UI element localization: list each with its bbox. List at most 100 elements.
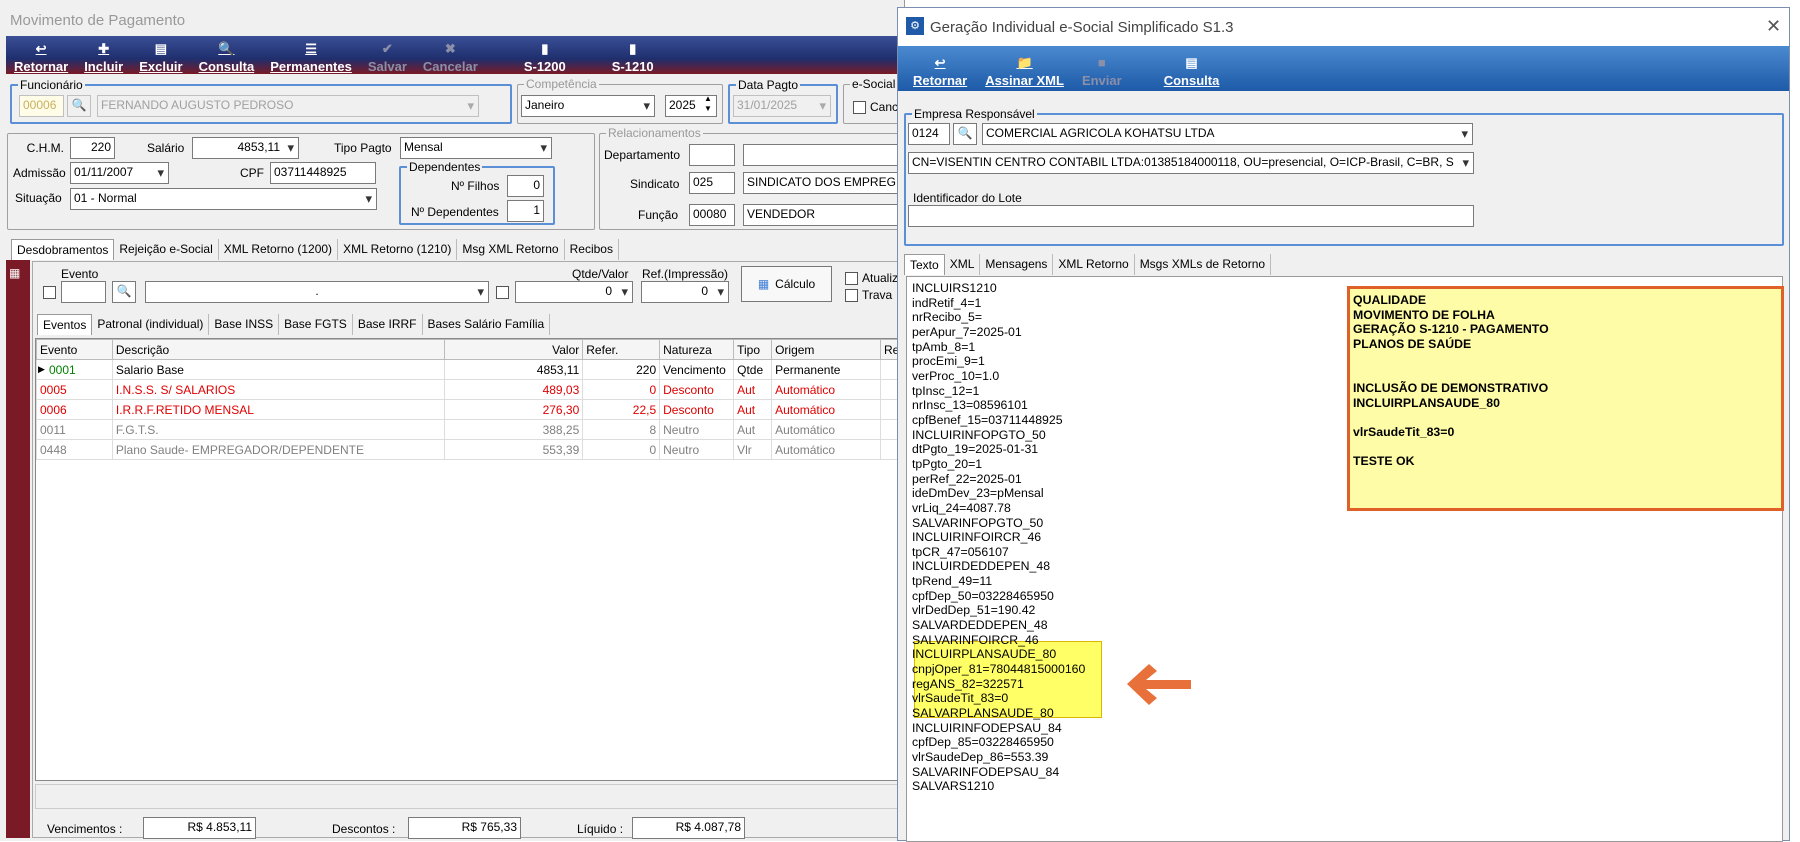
- dialog-tab-texto[interactable]: Texto: [904, 254, 945, 275]
- evento-code-input[interactable]: [61, 281, 106, 303]
- lote-input[interactable]: [908, 205, 1474, 227]
- year-spinner-icon[interactable]: ▲ ▼: [704, 94, 712, 114]
- cpf-input[interactable]: 03711448925: [270, 162, 376, 184]
- s-1210-button[interactable]: ▮ S-1210: [604, 36, 662, 74]
- dialog-close-icon[interactable]: ✕: [1766, 16, 1781, 37]
- subtab-base-irrf[interactable]: Base IRRF: [353, 314, 423, 335]
- grid-horizontal-scrollbar[interactable]: [35, 784, 905, 809]
- evento-checkbox[interactable]: [43, 286, 56, 299]
- incluir-button[interactable]: ✚ Incluir: [76, 36, 131, 74]
- assinar-xml-button[interactable]: 📁 Assinar XML: [976, 46, 1073, 91]
- ref-input[interactable]: 0: [641, 281, 729, 303]
- retornar-button[interactable]: ↩ Retornar: [6, 36, 76, 74]
- calculo-button[interactable]: ▦ Cálculo: [741, 266, 832, 302]
- certificado-select[interactable]: CN=VISENTIN CENTRO CONTABIL LTDA:0138518…: [908, 152, 1474, 174]
- column-header-evento[interactable]: Evento: [36, 339, 113, 360]
- permanentes-button[interactable]: ☰ Permanentes: [262, 36, 360, 74]
- situacao-select[interactable]: 01 - Normal: [70, 188, 377, 210]
- tab-recibos[interactable]: Recibos: [565, 239, 619, 260]
- table-row[interactable]: 0448 Plano Saude- EMPREGADOR/DEPENDENTE 55…: [36, 439, 907, 460]
- s-1200-button[interactable]: ▮ S-1200: [516, 36, 574, 74]
- dialog-tab-mensagens[interactable]: Mensagens: [980, 254, 1054, 275]
- consulta-button[interactable]: 🔍 Consulta: [191, 36, 263, 74]
- table-row[interactable]: 0006 I.R.R.F.RETIDO MENSAL 276,30 22,5 Desco…: [36, 399, 907, 420]
- retornar-label: Retornar: [14, 59, 69, 74]
- empresa-name-select[interactable]: COMERCIAL AGRICOLA KOHATSU LTDA: [982, 123, 1473, 145]
- retornar-button[interactable]: ↩ Retornar: [904, 46, 976, 91]
- subtab-base-inss[interactable]: Base INSS: [209, 314, 280, 335]
- departamento-code-input[interactable]: [689, 144, 735, 166]
- column-header-valor[interactable]: Valor: [443, 339, 584, 360]
- funcao-code-input[interactable]: 00080: [689, 204, 735, 226]
- table-row[interactable]: 0001 ▶ Salario Base 4853,11 220 Vencimento Qtd…: [36, 359, 907, 380]
- dialog-tab-xml[interactable]: XML: [945, 254, 981, 275]
- enviar-icon: ■: [1097, 55, 1106, 70]
- subtab-eventos[interactable]: Eventos: [37, 314, 93, 335]
- cell-refer: 0: [582, 439, 661, 460]
- dependentes-input[interactable]: 1: [507, 200, 544, 222]
- vencimentos-value: R$ 4.853,11: [143, 817, 256, 839]
- dependentes-label: Nº Dependentes: [411, 205, 499, 219]
- enviar-button[interactable]: ■ Enviar: [1073, 46, 1131, 91]
- funcao-label: Função: [638, 208, 679, 222]
- salario-input[interactable]: 4853,11: [192, 137, 299, 159]
- cell-tipo: Aut: [733, 399, 773, 420]
- cancelar-button[interactable]: ✖ Cancelar: [415, 36, 486, 74]
- side-strip-icon[interactable]: ▦: [9, 266, 20, 280]
- cell-tipo: Aut: [733, 419, 773, 440]
- dialog-tab-xml-retorno[interactable]: XML Retorno: [1053, 254, 1135, 275]
- text-line: INCLUIRDEDDEPEN_48: [912, 559, 1051, 574]
- funcao-name-input[interactable]: VENDEDOR: [743, 204, 913, 226]
- column-header-refer[interactable]: Refer.: [582, 339, 661, 360]
- sindicato-name-input[interactable]: SINDICATO DOS EMPREG: [743, 172, 913, 194]
- evento-search-button[interactable]: 🔍: [112, 281, 136, 303]
- consulta-button[interactable]: ▤ Consulta: [1155, 46, 1229, 91]
- subtab-base-fgts[interactable]: Base FGTS: [279, 314, 353, 335]
- trava-checkbox[interactable]: [845, 289, 858, 302]
- dialog-tab-msgs-xmls-de-retorno[interactable]: Msgs XMLs de Retorno: [1135, 254, 1272, 275]
- calculator-icon: ▦: [757, 277, 770, 291]
- competencia-month-select[interactable]: Janeiro: [521, 95, 655, 117]
- atualiz-label: Atualiz: [862, 271, 899, 285]
- salvar-button[interactable]: ✔ Salvar: [360, 36, 415, 74]
- column-header-descricao[interactable]: Descrição: [111, 339, 445, 360]
- tipo-pagto-select[interactable]: Mensal: [400, 137, 552, 159]
- evento-label: Evento: [61, 267, 99, 281]
- cell-origem: Permanente: [771, 359, 881, 380]
- data-pagto-input[interactable]: 31/01/2025: [733, 95, 831, 117]
- funcionario-search-button[interactable]: 🔍: [67, 95, 91, 117]
- esocial-cancel-checkbox[interactable]: [853, 101, 866, 114]
- text-line: INCLUIRINFODEPSAU_84: [912, 720, 1062, 735]
- atualiz-checkbox[interactable]: [845, 272, 858, 285]
- filhos-input[interactable]: 0: [507, 175, 544, 197]
- empresa-search-button[interactable]: 🔍: [953, 123, 977, 145]
- salvar-icon: ✔: [381, 41, 393, 56]
- subtab-patronal-individual[interactable]: Patronal (individual): [92, 314, 210, 335]
- chm-input[interactable]: 220: [70, 137, 115, 159]
- subtab-bases-salario-familia[interactable]: Bases Salário Família: [423, 314, 551, 335]
- text-output-area[interactable]: INCLUIRS1210 indRetif_4=1 nrRecibo_5= perAp…: [906, 276, 1784, 842]
- funcionario-name-select[interactable]: FERNANDO AUGUSTO PEDROSO: [97, 95, 479, 117]
- table-row[interactable]: 0005 I.N.S.S. S/ SALARIOS 489,03 0 Desconto A…: [36, 379, 907, 400]
- note-line: INCLUSÃO DE DEMONSTRATIVO: [1353, 380, 1549, 395]
- tab-desdobramentos[interactable]: Desdobramentos: [11, 239, 115, 260]
- column-header-tipo[interactable]: Tipo: [733, 339, 773, 360]
- departamento-name-input[interactable]: [743, 144, 913, 166]
- tab-msg-xml-retorno[interactable]: Msg XML Retorno: [457, 239, 565, 260]
- excluir-button[interactable]: ▤ Excluir: [131, 36, 190, 74]
- evento-flag-checkbox[interactable]: [496, 286, 509, 299]
- column-header-origem[interactable]: Origem: [771, 339, 881, 360]
- table-row[interactable]: 0011 F.G.T.S. 388,25 8 Neutro Aut Automático: [36, 419, 907, 440]
- note-line: GERAÇÃO S-1210 - PAGAMENTO: [1353, 322, 1549, 337]
- evento-desc-select[interactable]: .: [145, 281, 489, 303]
- funcionario-code-input[interactable]: 00006: [19, 95, 64, 117]
- qtde-input[interactable]: 0: [515, 281, 633, 303]
- empresa-code-input[interactable]: 0124: [908, 123, 950, 145]
- column-header-natureza[interactable]: Natureza: [659, 339, 735, 360]
- tab-xml-retorno-1200[interactable]: XML Retorno (1200): [219, 239, 339, 260]
- sindicato-code-input[interactable]: 025: [689, 172, 735, 194]
- liquido-label: Líquido :: [577, 822, 624, 836]
- tab-rejeicao-e-social[interactable]: Rejeição e-Social: [114, 239, 219, 260]
- admissao-input[interactable]: 01/11/2007: [70, 162, 169, 184]
- tab-xml-retorno-1210[interactable]: XML Retorno (1210): [338, 239, 458, 260]
